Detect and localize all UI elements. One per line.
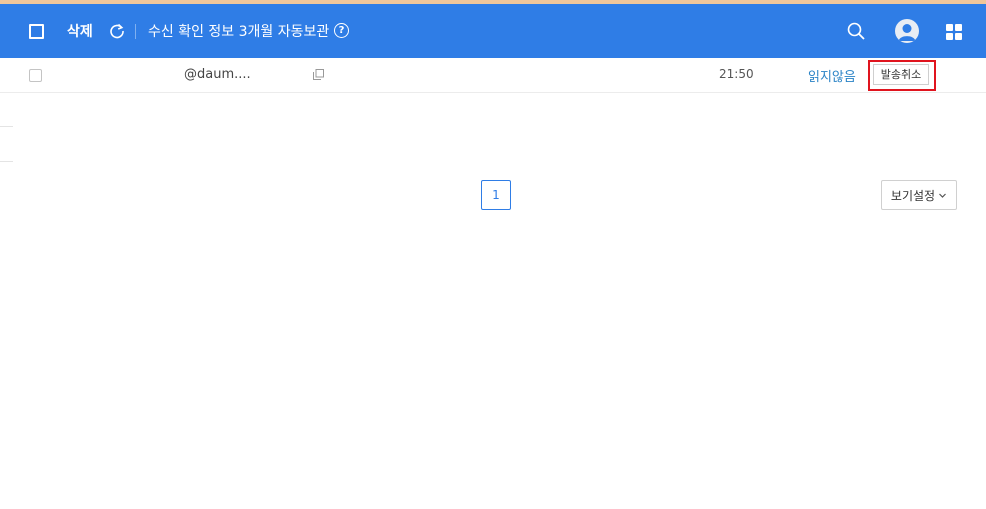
chevron-down-icon xyxy=(939,193,947,198)
delete-button[interactable]: 삭제 xyxy=(67,4,93,58)
refresh-icon[interactable] xyxy=(108,22,126,40)
sent-time: 21:50 xyxy=(719,67,754,81)
search-icon[interactable] xyxy=(846,21,866,41)
mail-row[interactable]: @daum.... 21:50 읽지않음 발송취소 xyxy=(0,58,986,93)
apps-grid-icon[interactable] xyxy=(946,24,962,40)
row-checkbox[interactable] xyxy=(29,69,42,82)
view-settings-label: 보기설정 xyxy=(890,188,936,203)
copy-icon[interactable] xyxy=(313,69,324,80)
divider xyxy=(0,126,13,127)
help-icon[interactable]: ? xyxy=(334,23,349,38)
mail-toolbar: 삭제 수신 확인 정보 3개월 자동보관 ? xyxy=(0,4,986,58)
view-settings-button[interactable]: 보기설정 xyxy=(881,180,957,210)
receipt-info-text: 수신 확인 정보 3개월 자동보관 xyxy=(148,24,330,40)
avatar[interactable] xyxy=(895,19,919,43)
toolbar-divider xyxy=(135,24,136,39)
page-number-button[interactable]: 1 xyxy=(481,180,511,210)
read-status: 읽지않음 xyxy=(808,70,856,85)
cancel-send-button[interactable]: 발송취소 xyxy=(873,64,929,85)
sender-address[interactable]: @daum.... xyxy=(184,67,251,82)
divider xyxy=(0,161,13,162)
select-all-checkbox[interactable] xyxy=(29,24,44,39)
avatar-icon xyxy=(898,24,916,41)
